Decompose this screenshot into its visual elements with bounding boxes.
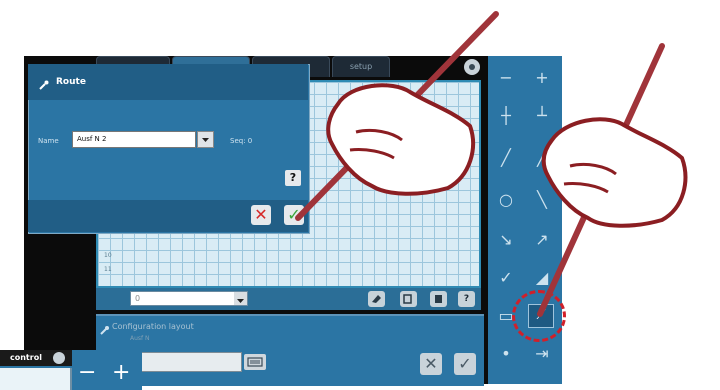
left-hand-pen (295, 11, 499, 221)
right-hand-pen (537, 43, 688, 317)
hand-pointer-illustration (295, 11, 688, 317)
